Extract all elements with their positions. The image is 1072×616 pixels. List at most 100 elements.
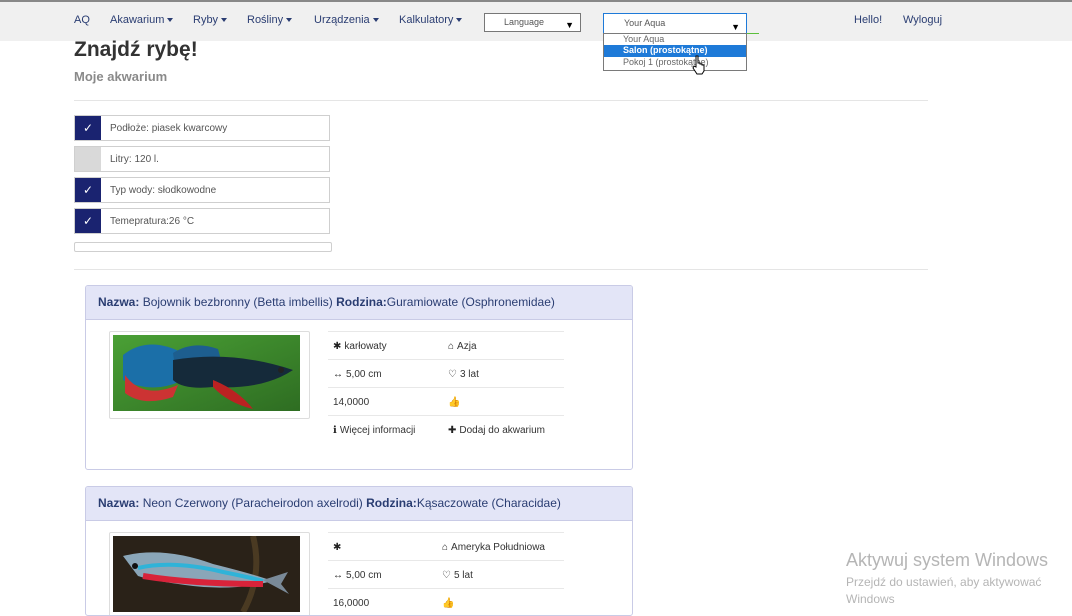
caret-down-icon [221, 18, 228, 23]
resize-horizontal-icon: ↔ [333, 369, 343, 380]
asterisk-icon: ✱ [333, 341, 342, 352]
divider [74, 269, 928, 270]
page-title: Znajdź rybę! [74, 38, 198, 61]
attr-region-value: Ameryka Południowa [451, 542, 545, 553]
dropdown-arrow-icon: ▼ [565, 20, 574, 30]
condition-label: Temepratura:26 °C [110, 216, 195, 227]
home-icon: ⌂ [448, 341, 455, 352]
fish-card: Nazwa: Bojownik bezbronny (Betta imbelli… [85, 285, 633, 470]
heart-icon: ♡ [448, 369, 457, 380]
logout-link[interactable]: Wyloguj [903, 14, 942, 26]
fish-name: Neon Czerwony (Paracheirodon axelrodi) [142, 496, 363, 510]
empty-condition-box[interactable] [74, 242, 332, 252]
fish-card: Nazwa: Neon Czerwony (Paracheirodon axel… [85, 486, 633, 616]
attr-row: ↔ 5,00 cm ♡ 3 lat [328, 359, 564, 388]
fish-image-neon [109, 532, 310, 615]
brand-link[interactable]: AQ [74, 14, 90, 26]
language-select[interactable]: Language ▼ [484, 13, 581, 32]
condition-substrate[interactable]: ✓ Podłoże: piasek kwarcowy [74, 115, 330, 141]
windows-activation-text: Przejdź do ustawień, aby aktywować [846, 575, 1042, 589]
name-label: Nazwa: [98, 496, 140, 510]
condition-temperature[interactable]: ✓ Temepratura:26 °C [74, 208, 330, 234]
resize-horizontal-icon: ↔ [333, 570, 343, 581]
asterisk-icon: ✱ [333, 542, 342, 553]
attr-size: ↔ 5,00 cm [333, 369, 382, 380]
divider [74, 100, 928, 101]
checkmark-icon: ✓ [75, 178, 101, 202]
attr-row: ✱ ⌂ Ameryka Południowa [328, 532, 564, 561]
attr-row: ✱ karłowaty ⌂ Azja [328, 331, 564, 360]
more-info-label: Więcej informacji [339, 425, 416, 436]
attr-row: 14,0000 👍 [328, 387, 564, 416]
thumbs-up-icon[interactable]: 👍 [448, 397, 460, 408]
attr-size-value: 5,00 cm [346, 570, 382, 581]
condition-label: Podłoże: piasek kwarcowy [110, 123, 228, 134]
caret-down-icon [456, 18, 463, 23]
attr-score: 14,0000 [333, 397, 370, 408]
attr-size: ↔ 5,00 cm [333, 570, 382, 581]
attr-size-value: 5,00 cm [346, 369, 382, 380]
caret-down-icon [286, 18, 293, 23]
language-select-value: Language [504, 17, 545, 27]
nav-kalkulatory[interactable]: Kalkulatory [399, 14, 463, 26]
dropdown-option[interactable]: Pokoj 1 (prostokątne) [604, 57, 746, 68]
dropdown-option[interactable]: Your Aqua [604, 34, 746, 45]
fish-image-betta [109, 331, 310, 419]
attr-row: ℹ Więcej informacji ✚ Dodaj do akwarium [328, 415, 564, 444]
nav-label: Ryby [193, 14, 219, 26]
more-info-link[interactable]: ℹ Więcej informacji [333, 425, 415, 436]
page-subtitle: Moje akwarium [74, 69, 168, 84]
fish-family: Guramiowate (Osphronemidae) [386, 295, 555, 309]
caret-down-icon [372, 18, 379, 23]
condition-label: Typ wody: słodkowodne [110, 185, 217, 196]
aquarium-select[interactable]: Your Aqua ▼ [603, 13, 747, 34]
attr-type: ✱ karłowaty [333, 341, 387, 352]
aquarium-select-value: Your Aqua [624, 18, 666, 28]
checkbox-unchecked-icon: ✓ [75, 147, 101, 171]
attr-row: ↔ 5,00 cm ♡ 5 lat [328, 560, 564, 589]
hand-cursor-icon [692, 55, 705, 75]
attr-region: ⌂ Azja [448, 341, 477, 352]
home-icon: ⌂ [442, 542, 449, 553]
attr-lifespan: ♡ 3 lat [448, 369, 479, 380]
nav-label: Kalkulatory [399, 14, 454, 26]
add-to-aquarium-link[interactable]: ✚ Dodaj do akwarium [448, 425, 545, 436]
dropdown-option-selected[interactable]: Salon (prostokątne) [604, 45, 746, 57]
hello-link[interactable]: Hello! [854, 14, 882, 26]
info-circle-icon: ℹ [333, 425, 337, 436]
nav-label: Akawarium [110, 14, 165, 26]
caret-down-icon [167, 18, 174, 23]
checkmark-icon: ✓ [75, 209, 101, 233]
family-label: Rodzina: [366, 496, 417, 510]
attr-row: 16,0000 👍 [328, 588, 564, 615]
condition-liters[interactable]: ✓ Litry: 120 l. [74, 146, 330, 172]
fish-name: Bojownik bezbronny (Betta imbellis) [142, 295, 333, 309]
fish-family: Kąsaczowate (Characidae) [416, 496, 561, 510]
attr-type: ✱ [333, 542, 344, 553]
checkmark-icon: ✓ [75, 116, 101, 140]
nav-rosliny[interactable]: Rośliny [247, 14, 293, 26]
attr-lifespan: ♡ 5 lat [442, 570, 473, 581]
attr-type-value: karłowaty [344, 341, 387, 352]
attr-region-value: Azja [457, 341, 477, 352]
fish-card-header: Nazwa: Bojownik bezbronny (Betta imbelli… [86, 286, 632, 320]
family-label: Rodzina: [336, 295, 387, 309]
name-label: Nazwa: [98, 295, 140, 309]
windows-activation-text: Windows [846, 592, 895, 606]
nav-label: Urządzenia [314, 14, 370, 26]
attr-lifespan-value: 5 lat [453, 570, 473, 581]
windows-activation-title: Aktywuj system Windows [846, 550, 1049, 570]
navbar: AQ Akawarium Ryby Rośliny Urządzenia Kal… [0, 2, 1072, 41]
add-to-aquarium-label: Dodaj do akwarium [459, 425, 545, 436]
heart-icon: ♡ [442, 570, 451, 581]
nav-akwarium[interactable]: Akawarium [110, 14, 174, 26]
focus-underline [746, 33, 759, 34]
condition-label: Litry: 120 l. [110, 154, 159, 165]
nav-urzadzenia[interactable]: Urządzenia [314, 14, 379, 26]
attr-lifespan-value: 3 lat [459, 369, 479, 380]
condition-water-type[interactable]: ✓ Typ wody: słodkowodne [74, 177, 330, 203]
plus-icon: ✚ [448, 425, 457, 436]
nav-ryby[interactable]: Ryby [193, 14, 228, 26]
nav-label: Rośliny [247, 14, 284, 26]
aquarium-dropdown-list[interactable]: Your Aqua Salon (prostokątne) Pokoj 1 (p… [603, 33, 747, 71]
